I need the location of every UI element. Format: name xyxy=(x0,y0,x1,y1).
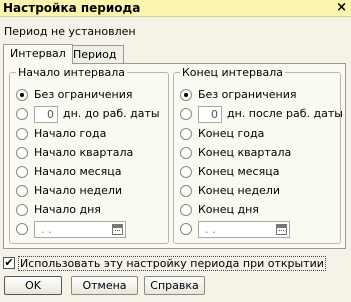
date-value: . . xyxy=(41,223,52,236)
radio[interactable] xyxy=(16,128,28,140)
calendar-icon[interactable] xyxy=(112,224,123,235)
start-date-input[interactable]: . . xyxy=(34,221,126,238)
end-interval-group: Конец интервала Без ограничения 0 дн. по… xyxy=(173,66,343,244)
days-before-input[interactable]: 0 xyxy=(34,106,58,123)
radio[interactable] xyxy=(180,166,192,178)
period-status-text: Период не установлен xyxy=(4,25,136,38)
radio[interactable] xyxy=(180,185,192,197)
radio[interactable] xyxy=(16,166,28,178)
option-label: Начало месяца xyxy=(34,165,122,178)
radio[interactable] xyxy=(180,223,192,235)
option-label: дн. после раб. даты xyxy=(227,107,343,120)
option-label: Начало дня xyxy=(34,203,101,216)
option-label: дн. до раб. даты xyxy=(63,107,160,120)
close-icon[interactable]: × xyxy=(336,0,347,15)
radio-selected[interactable] xyxy=(16,89,28,101)
radio[interactable] xyxy=(180,108,192,120)
option-label: Без ограничения xyxy=(34,88,133,101)
option-label: Без ограничения xyxy=(198,88,297,101)
cancel-button[interactable]: Отмена xyxy=(71,276,138,295)
tab-panel-interval: Начало интервала Без ограничения 0 дн. д… xyxy=(3,63,346,249)
calendar-icon[interactable] xyxy=(276,224,287,235)
radio[interactable] xyxy=(16,204,28,216)
option-label: Начало недели xyxy=(34,184,123,197)
tab-interval[interactable]: Интервал xyxy=(3,44,73,64)
title-bar: Настройка периода × xyxy=(0,0,351,17)
radio[interactable] xyxy=(180,147,192,159)
option-label: Конец месяца xyxy=(198,165,280,178)
ok-button[interactable]: OK xyxy=(4,276,62,295)
option-label: Начало года xyxy=(34,127,107,140)
end-interval-title: Конец интервала xyxy=(180,66,285,79)
option-label: Конец квартала xyxy=(198,146,292,159)
radio[interactable] xyxy=(180,128,192,140)
end-date-input[interactable]: . . xyxy=(198,221,290,238)
option-label: Конец недели xyxy=(198,184,280,197)
radio[interactable] xyxy=(16,147,28,159)
tab-period[interactable]: Период xyxy=(66,45,124,64)
option-label: Конец дня xyxy=(198,203,259,216)
start-interval-group: Начало интервала Без ограничения 0 дн. д… xyxy=(9,66,169,244)
date-value: . . xyxy=(205,223,216,236)
help-button[interactable]: Справка xyxy=(144,276,205,295)
radio[interactable] xyxy=(16,185,28,197)
radio[interactable] xyxy=(16,223,28,235)
use-setting-label[interactable]: Использовать эту настройку периода при о… xyxy=(18,256,326,271)
radio[interactable] xyxy=(16,108,28,120)
use-setting-checkbox[interactable]: ✔ xyxy=(3,257,15,269)
days-after-input[interactable]: 0 xyxy=(198,106,222,123)
option-label: Конец года xyxy=(198,127,265,140)
start-interval-title: Начало интервала xyxy=(16,66,128,79)
option-label: Начало квартала xyxy=(34,146,134,159)
radio-selected[interactable] xyxy=(180,89,192,101)
window-title: Настройка периода xyxy=(3,1,141,15)
radio[interactable] xyxy=(180,204,192,216)
